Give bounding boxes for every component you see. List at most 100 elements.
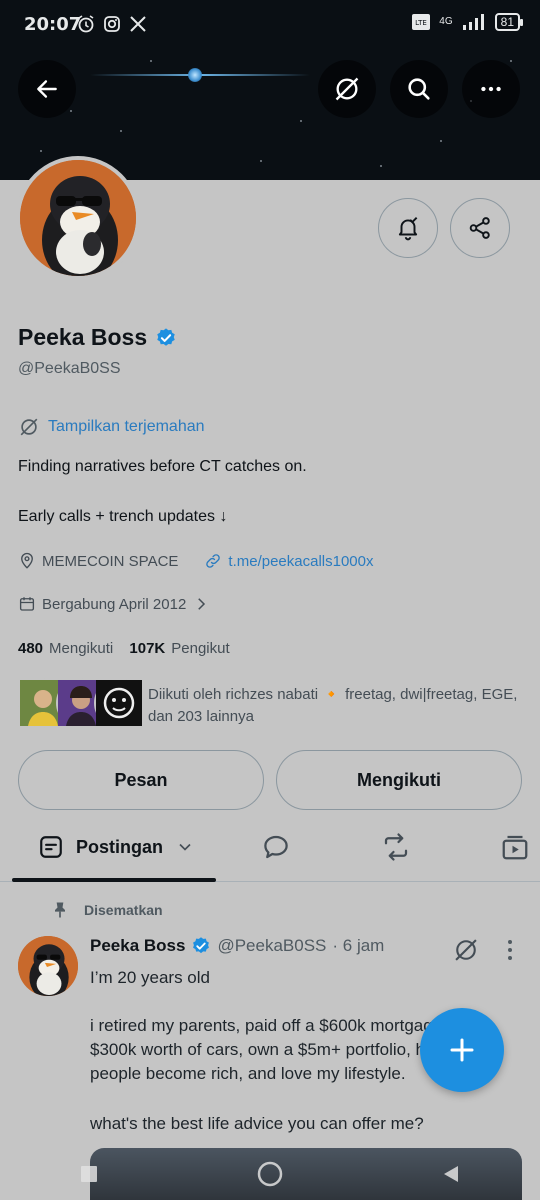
bell-check-icon	[398, 217, 418, 241]
tweet-author-handle: @PeekaB0SS	[217, 936, 327, 955]
banner-star	[440, 140, 442, 142]
share-icon	[469, 217, 490, 239]
verified-badge-icon[interactable]	[155, 327, 177, 349]
banner-star	[150, 60, 152, 62]
profile-joined-row[interactable]: Bergabung April 2012	[18, 595, 210, 613]
tweet-text[interactable]: I’m 20 years old i retired my parents, p…	[90, 966, 450, 1086]
more-horizontal-icon	[481, 86, 501, 92]
calendar-icon	[19, 597, 35, 611]
link-icon	[206, 554, 221, 568]
penguin-avatar-image	[18, 936, 78, 996]
penguin-avatar-image	[20, 160, 136, 276]
network-type: 4G	[439, 16, 453, 27]
banner-star	[510, 60, 512, 62]
arrow-left-icon	[37, 80, 57, 98]
battery-level: 81	[494, 13, 524, 31]
tweet-time: · 6 jam	[332, 936, 385, 955]
translate-off-icon	[20, 418, 38, 436]
translate-toggle-button[interactable]	[318, 60, 376, 118]
tab-posts[interactable]: Postingan	[38, 834, 195, 860]
profile-location: MEMECOIN SPACE	[42, 552, 179, 570]
active-tab-indicator	[12, 878, 216, 882]
search-button[interactable]	[390, 60, 448, 118]
translate-off-icon	[335, 77, 359, 101]
instagram-icon	[104, 16, 120, 32]
followers-label: Pengikut	[171, 640, 230, 657]
follower-avatar-image	[96, 680, 142, 726]
tweet-line-4: people become rich, and love my lifestyl…	[90, 1064, 406, 1083]
posts-icon	[40, 836, 62, 858]
verified-badge-icon	[193, 937, 210, 954]
banner-star	[70, 110, 72, 112]
compose-post-button[interactable]	[420, 1008, 504, 1092]
follow-counts: 480 Mengikuti 107K Pengikut	[18, 640, 230, 657]
location-pin-icon	[21, 552, 33, 569]
volte-icon: LTE	[412, 14, 431, 30]
translate-off-icon[interactable]	[452, 936, 480, 964]
profile-name-row: Peeka Boss	[18, 324, 177, 351]
followed-by-text: Diikuti oleh richzes nabati 🔸 freetag, d…	[148, 686, 518, 725]
reposts-icon[interactable]	[381, 832, 411, 862]
chevron-right-icon	[198, 598, 206, 610]
tweet-line-1: I’m 20 years old	[90, 968, 210, 987]
following-label: Mengikuti	[49, 640, 114, 657]
share-profile-button[interactable]	[450, 198, 510, 258]
profile-meta-location-link: MEMECOIN SPACE t.me/peekacalls1000x	[18, 552, 374, 570]
more-vertical-icon[interactable]	[498, 936, 522, 964]
back-button[interactable]	[18, 60, 76, 118]
followers-count-link[interactable]: 107K Pengikut	[129, 640, 229, 657]
status-bar: 20:07 LTE 4G 81	[0, 0, 540, 50]
chevron-down-icon	[179, 843, 191, 851]
show-translation-label: Tampilkan terjemahan	[48, 418, 205, 435]
home-icon[interactable]	[256, 1160, 284, 1188]
status-time: 20:07	[24, 14, 82, 35]
profile-website-link[interactable]: t.me/peekacalls1000x	[228, 553, 373, 570]
profile-handle: @PeekaB0SS	[18, 360, 121, 377]
profile-tabs: Postingan	[0, 822, 540, 882]
tweet-paragraph-gap	[90, 990, 450, 1014]
status-right: LTE 4G 81	[411, 13, 524, 31]
show-translation-link[interactable]: Tampilkan terjemahan	[18, 416, 205, 438]
tab-posts-label: Postingan	[76, 836, 164, 857]
profile-bio-line-1: Finding narratives before CT catches on.	[18, 458, 307, 475]
tweet-line-3: $300k worth of cars, own a $5m+ portfoli…	[90, 1040, 448, 1059]
tweet-question: what's the best life advice you can offe…	[90, 1114, 424, 1133]
alarm-icon	[78, 15, 94, 33]
follower-avatar	[94, 678, 144, 728]
followers-count: 107K	[129, 640, 166, 657]
pin-icon	[55, 902, 65, 918]
back-nav-icon[interactable]	[440, 1163, 462, 1185]
tweet-author-avatar[interactable]	[18, 936, 78, 996]
profile-avatar[interactable]	[16, 156, 140, 280]
search-icon	[408, 78, 430, 100]
following-count: 480	[18, 640, 44, 657]
banner-star	[120, 130, 122, 132]
plus-icon	[450, 1038, 474, 1062]
tweet-author-name[interactable]: Peeka Boss	[90, 936, 185, 956]
media-icon[interactable]	[500, 832, 530, 862]
profile-name: Peeka Boss	[18, 324, 148, 350]
banner-star	[260, 160, 262, 162]
system-navigation-bar	[0, 1148, 540, 1200]
following-count-link[interactable]: 480 Mengikuti	[18, 640, 113, 657]
more-options-button[interactable]	[462, 60, 520, 118]
svg-text:LTE: LTE	[415, 19, 427, 27]
banner-star	[40, 150, 42, 152]
followed-by-row[interactable]: Diikuti oleh richzes nabati 🔸 freetag, d…	[18, 678, 528, 734]
profile-joined-date: Bergabung April 2012	[42, 595, 187, 613]
profile-bio-line-2: Early calls + trench updates ↓	[18, 508, 228, 525]
banner-star	[300, 120, 302, 122]
replies-icon[interactable]	[261, 832, 291, 862]
pinned-label: Disematkan	[84, 902, 163, 918]
notification-subscribe-button[interactable]	[378, 198, 438, 258]
banner-glow-dot	[188, 68, 202, 82]
banner-star	[380, 165, 382, 167]
following-button[interactable]: Mengikuti	[276, 750, 522, 810]
signal-icon	[462, 14, 484, 30]
x-icon	[130, 16, 146, 32]
recent-apps-icon[interactable]	[78, 1163, 100, 1185]
pinned-indicator: Disematkan	[50, 900, 163, 920]
tweet-line-2: i retired my parents, paid off a $600k m…	[90, 1016, 447, 1035]
tweet-header: Peeka Boss @PeekaB0SS · 6 jam	[90, 936, 384, 956]
message-button[interactable]: Pesan	[18, 750, 264, 810]
